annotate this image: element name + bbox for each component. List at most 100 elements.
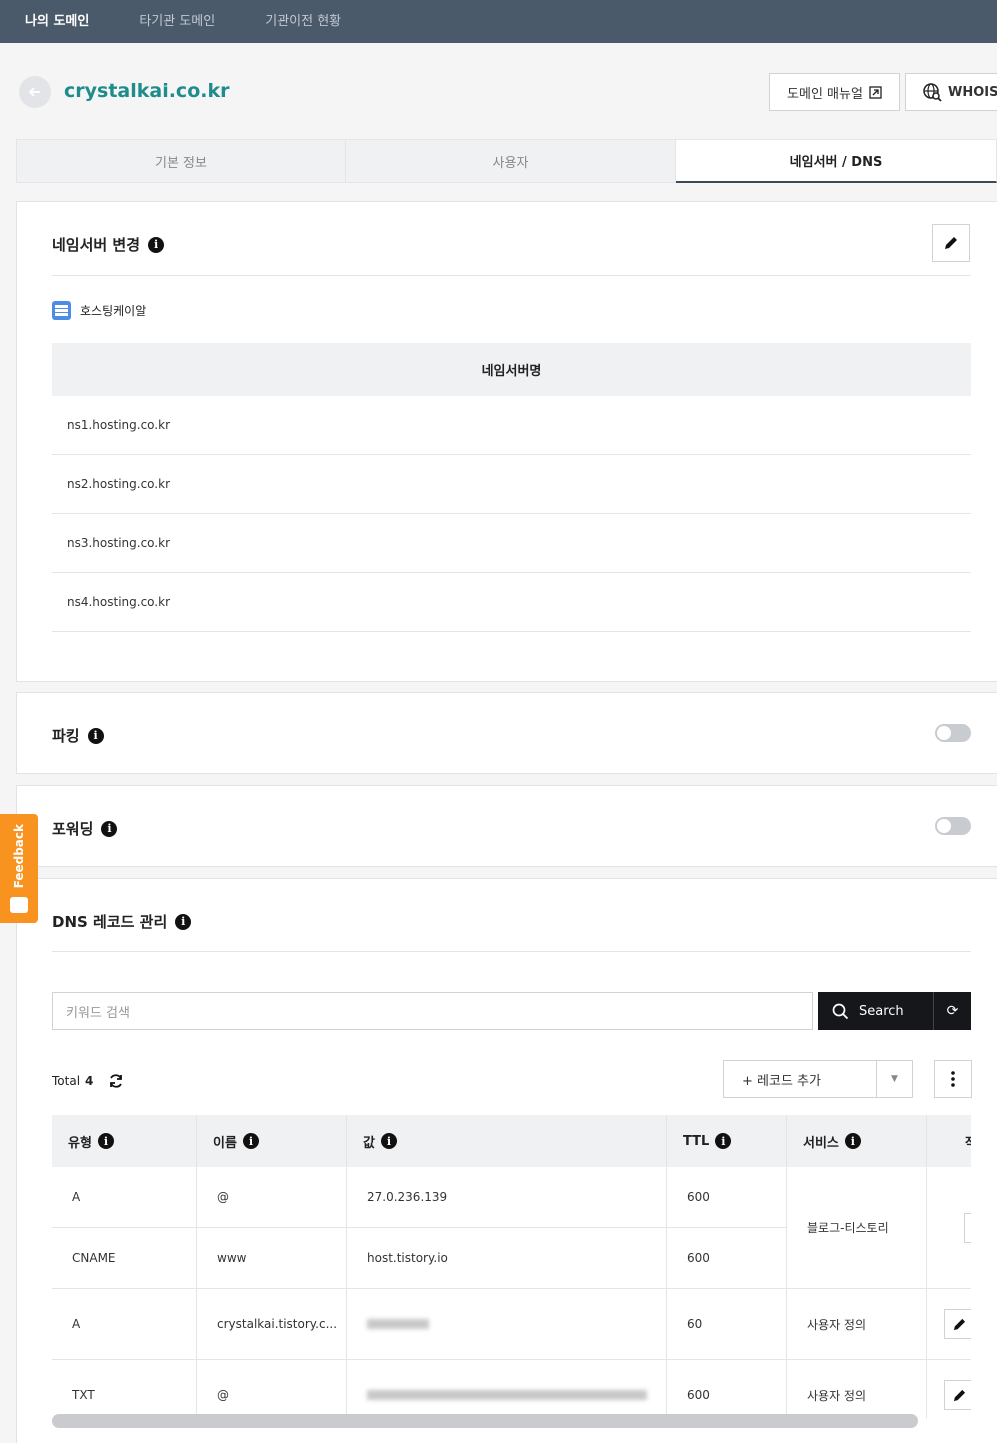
cell-name: @	[197, 1360, 347, 1418]
sync-icon[interactable]	[108, 1073, 124, 1089]
cell-ttl: 60	[667, 1289, 787, 1360]
nameserver-title: 네임서버 변경 i	[52, 234, 165, 255]
cell-service: 블로그-티스토리	[787, 1167, 927, 1289]
domain-manual-label: 도메인 매뉴얼	[787, 86, 863, 102]
domain-manual-button[interactable]: 도메인 매뉴얼	[769, 73, 900, 111]
provider-name: 호스팅케이알	[80, 304, 147, 318]
page-title: crystalkai.co.kr	[64, 80, 230, 102]
cell-ttl: 600	[667, 1360, 787, 1418]
add-record-dropdown[interactable]: + 레코드 추가 ▼	[723, 1060, 913, 1098]
cell-type: A	[52, 1167, 197, 1228]
info-icon[interactable]: i	[87, 727, 104, 744]
more-options-button[interactable]	[934, 1060, 972, 1098]
edit-record-button[interactable]	[944, 1309, 971, 1339]
tab-nameserver-dns[interactable]: 네임서버 / DNS	[676, 139, 997, 183]
feedback-tab[interactable]: Feedback	[0, 814, 38, 923]
dns-title: DNS 레코드 관리 i	[52, 911, 192, 932]
server-icon	[52, 301, 71, 320]
nav-my-domains[interactable]: 나의 도메인	[0, 0, 114, 43]
cell-value: host.tistory.io	[347, 1228, 667, 1289]
feedback-label: Feedback	[12, 824, 26, 889]
cell-service: 사용자 정의	[787, 1360, 927, 1418]
cell-ttl: 600	[667, 1167, 787, 1228]
column-header-value: 값i	[347, 1115, 667, 1167]
forwarding-toggle[interactable]	[935, 817, 971, 835]
tab-users[interactable]: 사용자	[346, 139, 676, 183]
info-icon[interactable]: i	[380, 1133, 397, 1149]
cell-action	[927, 1167, 971, 1289]
parking-title-text: 파킹	[52, 727, 80, 745]
arrow-left-icon	[28, 87, 40, 97]
parking-toggle[interactable]	[935, 724, 971, 742]
total-count: 4	[85, 1074, 94, 1088]
nav-other-domains[interactable]: 타기관 도메인	[114, 0, 240, 43]
dns-title-text: DNS 레코드 관리	[52, 913, 168, 931]
nameserver-column-header: 네임서버명	[52, 343, 971, 396]
nameserver-row: ns3.hosting.co.kr	[52, 514, 971, 573]
column-header-ttl: TTL i	[667, 1115, 787, 1167]
forwarding-card: 포워딩 i	[16, 785, 997, 867]
cell-type: A	[52, 1289, 197, 1360]
info-icon[interactable]: i	[242, 1133, 259, 1149]
tab-basic-info[interactable]: 기본 정보	[16, 139, 346, 183]
info-icon[interactable]: i	[101, 820, 118, 837]
external-link-icon	[869, 85, 882, 99]
info-icon[interactable]: i	[844, 1133, 861, 1149]
nameserver-row: ns1.hosting.co.kr	[52, 396, 971, 455]
pencil-icon	[953, 1318, 965, 1330]
info-icon[interactable]: i	[97, 1133, 114, 1149]
whois-label: WHOIS	[948, 84, 997, 100]
parking-title: 파킹 i	[52, 725, 104, 746]
edit-nameserver-button[interactable]	[932, 224, 970, 262]
column-header-type: 유형 i	[52, 1115, 197, 1167]
cell-name: www	[197, 1228, 347, 1289]
nameserver-card: 네임서버 변경 i 호스팅케이알 네임서버명 ns1.hosting.co.kr…	[16, 201, 997, 682]
column-header-name: 이름 i	[197, 1115, 347, 1167]
cell-type: CNAME	[52, 1228, 197, 1289]
nav-transfer-status[interactable]: 기관이전 현황	[240, 0, 366, 43]
cell-action	[927, 1289, 971, 1360]
divider	[52, 951, 971, 952]
cell-value: 27.0.236.139	[347, 1167, 667, 1228]
cell-ttl: 600	[667, 1228, 787, 1289]
column-header-service: 서비스 i	[787, 1115, 927, 1167]
refresh-icon: ⟳	[946, 1003, 959, 1019]
cell-name: crystalkai.tistory.c...	[197, 1289, 347, 1360]
divider	[52, 275, 971, 276]
edit-record-button[interactable]	[964, 1213, 971, 1243]
back-button[interactable]	[19, 76, 51, 108]
whois-button[interactable]: WHOIS	[905, 73, 997, 111]
caret-down-icon[interactable]: ▼	[876, 1061, 912, 1097]
info-icon[interactable]: i	[715, 1133, 732, 1149]
globe-search-icon	[923, 83, 942, 102]
nameserver-provider: 호스팅케이알	[52, 301, 146, 320]
nameserver-row: ns2.hosting.co.kr	[52, 455, 971, 514]
record-total: Total 4	[52, 1073, 124, 1089]
horizontal-scrollbar[interactable]	[52, 1414, 918, 1428]
cell-service: 사용자 정의	[787, 1289, 927, 1360]
edit-record-button[interactable]	[944, 1380, 971, 1410]
column-header-action: 작	[927, 1115, 971, 1167]
cell-action	[927, 1360, 971, 1418]
redacted-value	[367, 1390, 647, 1400]
nameserver-title-text: 네임서버 변경	[52, 236, 141, 254]
total-label: Total	[52, 1074, 81, 1088]
reset-search-button[interactable]: ⟳	[933, 992, 971, 1030]
add-record-label[interactable]: + 레코드 추가	[724, 1070, 876, 1089]
search-button[interactable]: Search	[818, 992, 933, 1030]
keyword-search-input[interactable]: 키워드 검색	[52, 992, 813, 1030]
info-icon[interactable]: i	[148, 236, 165, 253]
nameserver-row: ns4.hosting.co.kr	[52, 573, 971, 632]
domain-tabs: 기본 정보 사용자 네임서버 / DNS	[16, 139, 997, 183]
cell-type: TXT	[52, 1360, 197, 1418]
top-nav: 나의 도메인 타기관 도메인 기관이전 현황	[0, 0, 997, 43]
parking-card: 파킹 i	[16, 692, 997, 774]
cell-value	[347, 1360, 667, 1418]
dns-card: DNS 레코드 관리 i 키워드 검색 Search ⟳ Total 4 + 레…	[16, 878, 997, 1443]
forwarding-title: 포워딩 i	[52, 818, 118, 839]
forwarding-title-text: 포워딩	[52, 820, 94, 838]
info-icon[interactable]: i	[175, 913, 192, 930]
cell-value	[347, 1289, 667, 1360]
cell-name: @	[197, 1167, 347, 1228]
vertical-dots-icon	[951, 1071, 955, 1087]
